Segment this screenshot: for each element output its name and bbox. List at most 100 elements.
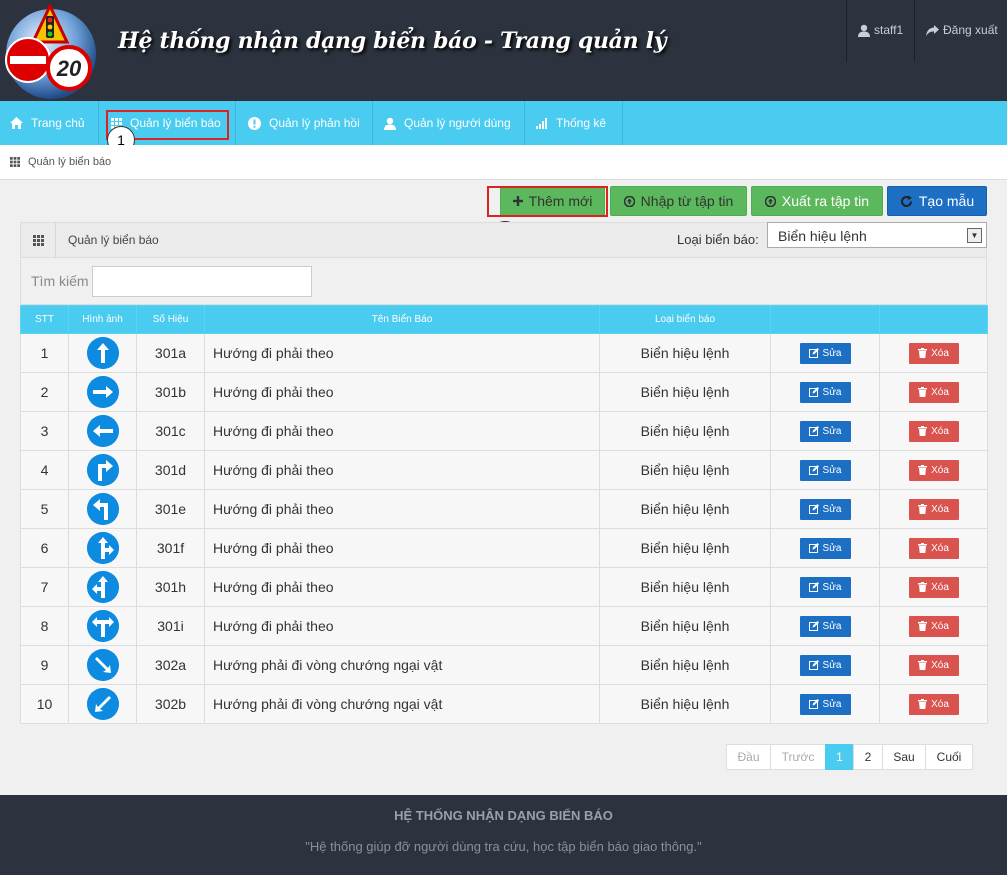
cell-edit: Sửa	[770, 645, 880, 685]
cell-delete: Xóa	[879, 684, 988, 724]
delete-label: Xóa	[931, 464, 949, 476]
cell-edit: Sửa	[770, 567, 880, 607]
cell-code: 301c	[136, 411, 205, 451]
edit-button[interactable]: Sửa	[799, 537, 851, 559]
breadcrumb: Quản lý biển báo	[0, 145, 1007, 180]
pagination: Đầu Trước 1 2 Sau Cuối	[726, 744, 973, 770]
nav-item-statistics[interactable]: Thống kê	[526, 101, 622, 145]
cell-delete: Xóa	[879, 528, 988, 568]
cell-type: Biển hiệu lệnh	[599, 450, 771, 490]
edit-label: Sửa	[822, 386, 842, 398]
straight-or-right-icon	[86, 532, 119, 564]
edit-button[interactable]: Sửa	[799, 420, 851, 442]
cell-delete: Xóa	[879, 333, 988, 373]
delete-button[interactable]: Xóa	[908, 420, 959, 442]
edit-icon	[808, 426, 819, 436]
edit-label: Sửa	[822, 698, 842, 710]
breadcrumb-current: Quản lý biển báo	[28, 156, 112, 168]
create-template-button[interactable]: Tạo mẫu	[887, 186, 987, 216]
edit-button[interactable]: Sửa	[799, 576, 851, 598]
col-header-code: Số Hiệu	[136, 305, 205, 334]
table-row: 5 301e Hướng đi phải theo Biển hiệu lệnh Sửa…	[20, 489, 988, 529]
page-1[interactable]: 1	[825, 744, 854, 770]
delete-button[interactable]: Xóa	[908, 381, 959, 403]
diagonal-down-left-icon	[86, 688, 119, 720]
nav-item-home[interactable]: Trang chủ	[0, 101, 98, 145]
table-row: 8 301i Hướng đi phải theo Biển hiệu lệnh Sửa…	[20, 606, 988, 646]
edit-button[interactable]: Sửa	[799, 498, 851, 520]
edit-label: Sửa	[822, 347, 842, 359]
delete-button[interactable]: Xóa	[908, 459, 959, 481]
edit-icon	[808, 621, 819, 631]
dropdown-arrow-icon[interactable]: ▼	[967, 228, 982, 243]
edit-button[interactable]: Sửa	[799, 381, 851, 403]
import-file-label: Nhập từ tập tin	[640, 193, 734, 209]
circle-arrow-up-icon	[764, 195, 776, 207]
delete-label: Xóa	[931, 503, 949, 515]
cell-edit: Sửa	[770, 528, 880, 568]
delete-button[interactable]: Xóa	[908, 537, 959, 559]
cell-edit: Sửa	[770, 606, 880, 646]
nav-label: Quản lý phản hồi	[269, 116, 360, 130]
grid-icon	[10, 157, 20, 167]
delete-button[interactable]: Xóa	[908, 615, 959, 637]
nav-item-user-management[interactable]: Quản lý người dùng	[374, 101, 524, 145]
chart-icon	[536, 117, 547, 129]
page-prev[interactable]: Trước	[770, 744, 826, 770]
cell-name: Hướng phải đi vòng chướng ngại vật	[204, 645, 600, 685]
logout-link[interactable]: Đăng xuất	[926, 23, 998, 37]
cell-delete: Xóa	[879, 489, 988, 529]
delete-button[interactable]: Xóa	[908, 576, 959, 598]
cell-edit: Sửa	[770, 489, 880, 529]
edit-button[interactable]: Sửa	[799, 459, 851, 481]
trash-icon	[918, 465, 928, 475]
cell-delete: Xóa	[879, 411, 988, 451]
logo-speed-text: 20	[56, 56, 82, 81]
nav-label: Thống kê	[556, 116, 607, 130]
cell-type: Biển hiệu lệnh	[599, 489, 771, 529]
refresh-icon	[900, 195, 912, 207]
cell-type: Biển hiệu lệnh	[599, 645, 771, 685]
cell-image	[68, 606, 137, 646]
edit-button[interactable]: Sửa	[799, 342, 851, 364]
page-2[interactable]: 2	[853, 744, 883, 770]
delete-label: Xóa	[931, 425, 949, 437]
edit-button[interactable]: Sửa	[799, 693, 851, 715]
cell-stt: 1	[20, 333, 69, 373]
footer-slogan: "Hệ thống giúp đỡ người dùng tra cứu, họ…	[305, 839, 702, 854]
export-file-button[interactable]: Xuất ra tập tin	[751, 186, 883, 216]
edit-label: Sửa	[822, 581, 842, 593]
search-input[interactable]	[92, 266, 312, 297]
cell-name: Hướng đi phải theo	[204, 606, 600, 646]
grid-icon	[33, 235, 44, 246]
cell-name: Hướng đi phải theo	[204, 528, 600, 568]
cell-name: Hướng đi phải theo	[204, 333, 600, 373]
cell-edit: Sửa	[770, 411, 880, 451]
cell-code: 301b	[136, 372, 205, 412]
delete-button[interactable]: Xóa	[908, 693, 959, 715]
edit-button[interactable]: Sửa	[799, 654, 851, 676]
cell-image	[68, 489, 137, 529]
edit-label: Sửa	[822, 425, 842, 437]
trash-icon	[918, 504, 928, 514]
straight-or-left-icon	[86, 571, 119, 603]
cell-image	[68, 450, 137, 490]
import-file-button[interactable]: Nhập từ tập tin	[610, 186, 747, 216]
site-title: Hệ thống nhận dạng biển báo - Trang quản…	[118, 28, 667, 54]
nav-item-feedback-management[interactable]: Quản lý phản hồi	[238, 101, 372, 145]
edit-button[interactable]: Sửa	[799, 615, 851, 637]
page-next[interactable]: Sau	[882, 744, 926, 770]
logo-icon[interactable]: 20	[3, 4, 99, 100]
page-first[interactable]: Đầu	[726, 744, 771, 770]
user-menu[interactable]: staff1	[858, 23, 903, 37]
delete-button[interactable]: Xóa	[908, 654, 959, 676]
col-header-image: Hình ảnh	[68, 305, 137, 334]
delete-button[interactable]: Xóa	[908, 342, 959, 364]
page-last[interactable]: Cuối	[925, 744, 973, 770]
delete-label: Xóa	[931, 386, 949, 398]
cell-type: Biển hiệu lệnh	[599, 372, 771, 412]
cell-code: 302a	[136, 645, 205, 685]
delete-button[interactable]: Xóa	[908, 498, 959, 520]
delete-label: Xóa	[931, 698, 949, 710]
sign-type-select[interactable]: Biển hiệu lệnh ▼	[767, 222, 987, 248]
